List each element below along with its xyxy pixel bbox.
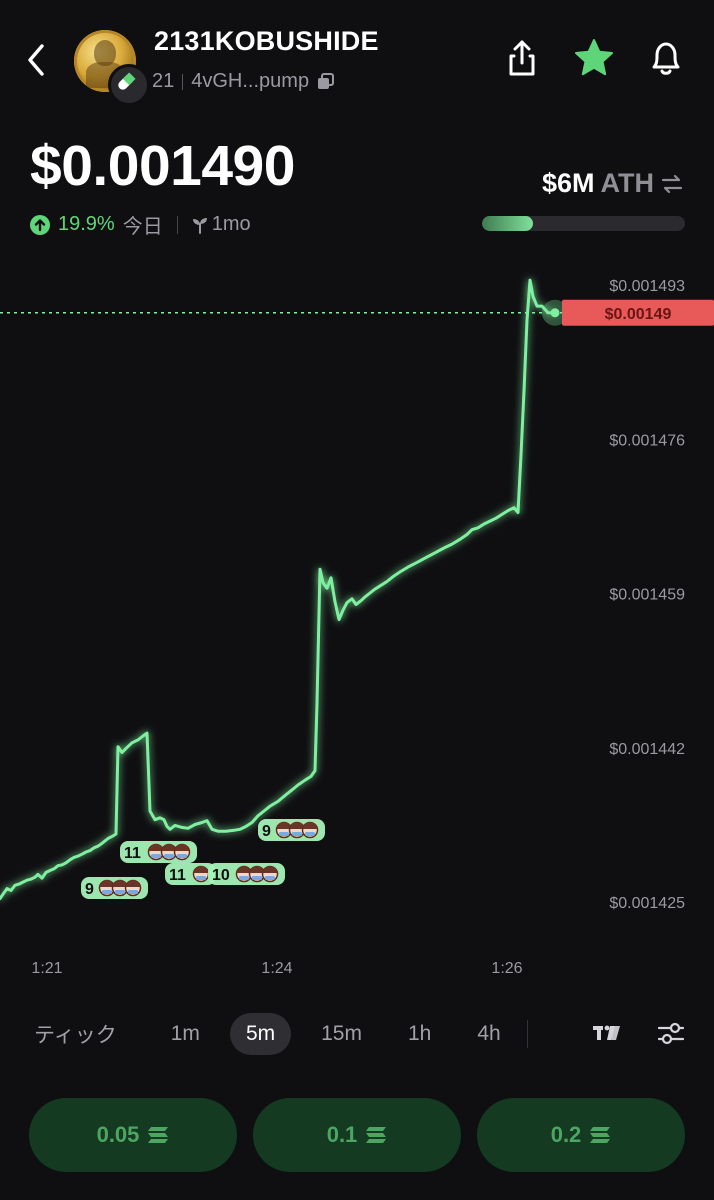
trader-avatar-icon bbox=[301, 821, 319, 839]
y-axis-tick-label: $0.001425 bbox=[609, 895, 685, 912]
trader-avatar-icon bbox=[173, 843, 191, 861]
alert-button[interactable] bbox=[644, 36, 688, 80]
chart-settings-button[interactable] bbox=[656, 1018, 686, 1053]
sliders-icon bbox=[657, 1022, 685, 1045]
trader-avatar-icon bbox=[124, 879, 142, 897]
sprout-icon bbox=[192, 217, 207, 234]
token-name: 2131KOBUSHIDE bbox=[154, 26, 379, 56]
price-change-row: 19.9% 今日 1mo bbox=[30, 210, 251, 239]
quick-buy-amount: 0.05 bbox=[96, 1122, 140, 1147]
token-age-text: 1mo bbox=[211, 213, 251, 235]
market-cap-value: $6M bbox=[541, 168, 595, 198]
y-axis-tick-label: $0.001442 bbox=[609, 741, 685, 758]
y-axis-tick-label: $0.001459 bbox=[609, 587, 685, 604]
swap-icon bbox=[661, 174, 683, 193]
tab-timeframe[interactable]: 4h bbox=[461, 1013, 516, 1055]
current-price: $0.001490 bbox=[30, 134, 295, 198]
trade-marker[interactable]: 10 bbox=[208, 863, 285, 885]
trade-marker[interactable]: 9 bbox=[258, 819, 325, 841]
back-button[interactable] bbox=[22, 40, 52, 80]
contract-address[interactable]: 4vGH...pump bbox=[191, 70, 309, 93]
chevron-left-icon bbox=[28, 44, 44, 76]
tab-timeframe[interactable]: 1h bbox=[392, 1013, 447, 1055]
trader-avatar-icon bbox=[261, 865, 279, 883]
trade-marker-count: 9 bbox=[85, 881, 94, 898]
share-button[interactable] bbox=[500, 36, 544, 80]
quick-buy-button-3[interactable]: 0.2 bbox=[477, 1098, 685, 1172]
share-icon bbox=[509, 40, 535, 76]
price-chart[interactable]: $0.001493 $0.001476 $0.001459 $0.001442 $0.0… bbox=[0, 255, 714, 985]
quick-buy-amount: 0.2 bbox=[550, 1122, 582, 1147]
tradingview-button[interactable] bbox=[592, 1018, 622, 1053]
current-point-dot bbox=[550, 308, 560, 318]
trade-marker-count: 10 bbox=[212, 867, 230, 884]
trade-marker-count: 11 bbox=[124, 845, 141, 862]
pill-icon bbox=[118, 72, 136, 90]
current-price-tag-text: $0.00149 bbox=[605, 306, 672, 323]
current-price-tag: $0.00149 bbox=[562, 299, 714, 326]
x-axis-tick-label: 1:26 bbox=[491, 960, 522, 977]
x-axis-tick-label: 1:24 bbox=[261, 960, 292, 977]
tab-timeframe[interactable]: ティック bbox=[18, 1013, 133, 1055]
ath-label: ATH bbox=[600, 168, 655, 198]
favorite-button[interactable] bbox=[572, 36, 616, 80]
trade-marker-count: 9 bbox=[262, 823, 271, 840]
holder-count: 21 bbox=[152, 70, 175, 92]
solana-icon bbox=[148, 1127, 169, 1143]
solana-icon bbox=[590, 1127, 611, 1143]
price-series-line bbox=[0, 278, 557, 901]
quick-buy-button-2[interactable]: 0.1 bbox=[253, 1098, 461, 1172]
y-axis-tick-label: $0.001476 bbox=[609, 432, 685, 449]
tab-divider bbox=[526, 1020, 528, 1048]
y-axis-tick-label: $0.001493 bbox=[609, 278, 685, 295]
tab-timeframe[interactable]: 5m bbox=[229, 1013, 292, 1055]
market-cap[interactable]: $6M ATH bbox=[542, 168, 684, 199]
bell-icon bbox=[652, 42, 680, 75]
tab-timeframe[interactable]: 15m bbox=[305, 1013, 378, 1055]
price-change-percent: 19.9% bbox=[58, 213, 115, 235]
copy-icon[interactable] bbox=[317, 72, 335, 91]
quick-buy-amount: 0.1 bbox=[326, 1122, 358, 1147]
tab-timeframe[interactable]: 1m bbox=[155, 1013, 216, 1055]
trade-marker-count: 11 bbox=[169, 867, 186, 884]
trader-avatar-icon bbox=[192, 865, 210, 883]
token-age: 1mo bbox=[192, 213, 251, 236]
x-axis-tick-label: 1:21 bbox=[31, 960, 62, 977]
solana-icon bbox=[366, 1127, 387, 1143]
price-change-period: 今日 bbox=[122, 216, 163, 238]
trade-marker[interactable]: 11 bbox=[120, 841, 197, 863]
trade-marker[interactable]: 9 bbox=[81, 877, 148, 899]
ath-progress-bar bbox=[482, 216, 685, 231]
star-icon bbox=[575, 39, 613, 76]
pill-badge bbox=[108, 64, 150, 106]
quick-buy-button-1[interactable]: 0.05 bbox=[29, 1098, 237, 1172]
tradingview-icon bbox=[593, 1025, 620, 1040]
ath-progress-fill bbox=[482, 216, 533, 231]
arrow-up-icon bbox=[30, 214, 50, 235]
token-meta: 21 4vGH...pump bbox=[152, 70, 335, 93]
